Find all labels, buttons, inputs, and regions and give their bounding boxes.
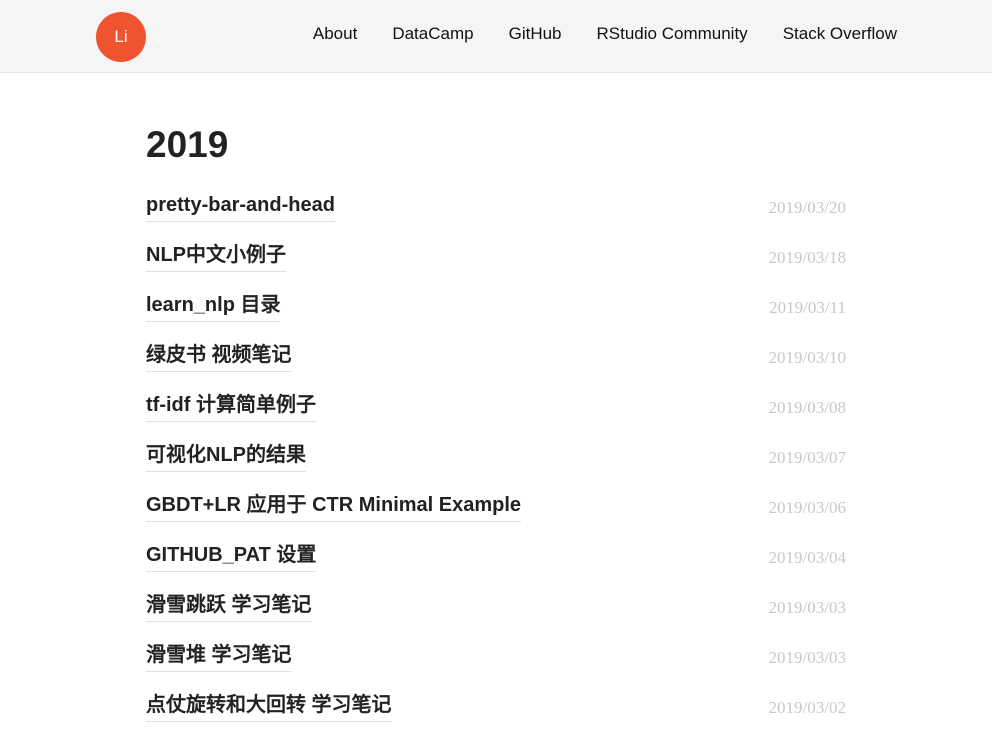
post-title-link[interactable]: pretty-bar-and-head (146, 192, 335, 222)
site-header: Li About DataCamp GitHub RStudio Communi… (0, 0, 992, 73)
list-item: GBDT+LR 应用于 CTR Minimal Example 2019/03/… (146, 492, 846, 542)
list-item: 滑雪跳跃 学习笔记 2019/03/03 (146, 592, 846, 642)
list-item: 可视化NLP的结果 2019/03/07 (146, 442, 846, 492)
post-date: 2019/03/10 (768, 348, 846, 367)
archive-content: 2019 pretty-bar-and-head 2019/03/20 NLP中… (146, 120, 846, 722)
post-date: 2019/03/07 (768, 448, 846, 467)
post-date: 2019/03/02 (768, 698, 846, 717)
post-date: 2019/03/18 (768, 248, 846, 267)
nav-stack-overflow[interactable]: Stack Overflow (783, 24, 897, 44)
post-date: 2019/03/03 (768, 648, 846, 667)
post-title-link[interactable]: NLP中文小例子 (146, 242, 286, 272)
post-title-link[interactable]: 滑雪跳跃 学习笔记 (146, 592, 312, 622)
nav-rstudio-community[interactable]: RStudio Community (597, 24, 748, 44)
post-title-link[interactable]: 可视化NLP的结果 (146, 442, 306, 472)
nav-github[interactable]: GitHub (509, 24, 562, 44)
list-item: learn_nlp 目录 2019/03/11 (146, 292, 846, 342)
post-date: 2019/03/11 (769, 298, 846, 317)
list-item: tf-idf 计算简单例子 2019/03/08 (146, 392, 846, 442)
post-title-link[interactable]: tf-idf 计算简单例子 (146, 392, 316, 422)
post-title-link[interactable]: learn_nlp 目录 (146, 292, 281, 322)
list-item: GITHUB_PAT 设置 2019/03/04 (146, 542, 846, 592)
main-nav: About DataCamp GitHub RStudio Community … (313, 24, 897, 44)
post-title-link[interactable]: GITHUB_PAT 设置 (146, 542, 317, 572)
nav-datacamp[interactable]: DataCamp (392, 24, 473, 44)
post-title-link[interactable]: 点仗旋转和大回转 学习笔记 (146, 692, 392, 722)
list-item: 滑雪堆 学习笔记 2019/03/03 (146, 642, 846, 692)
nav-about[interactable]: About (313, 24, 357, 44)
post-date: 2019/03/08 (768, 398, 846, 417)
post-list: pretty-bar-and-head 2019/03/20 NLP中文小例子 … (146, 192, 846, 742)
post-date: 2019/03/20 (768, 198, 846, 217)
post-title-link[interactable]: 滑雪堆 学习笔记 (146, 642, 292, 672)
list-item: 点仗旋转和大回转 学习笔记 2019/03/02 (146, 692, 846, 742)
list-item: 绿皮书 视频笔记 2019/03/10 (146, 342, 846, 392)
post-title-link[interactable]: GBDT+LR 应用于 CTR Minimal Example (146, 492, 522, 522)
post-date: 2019/03/04 (768, 548, 846, 567)
post-title-link[interactable]: 绿皮书 视频笔记 (146, 342, 292, 372)
year-heading: 2019 (146, 124, 229, 165)
list-item: NLP中文小例子 2019/03/18 (146, 242, 846, 292)
post-date: 2019/03/06 (768, 498, 846, 517)
logo[interactable]: Li (96, 12, 146, 62)
post-date: 2019/03/03 (768, 598, 846, 617)
list-item: pretty-bar-and-head 2019/03/20 (146, 192, 846, 242)
